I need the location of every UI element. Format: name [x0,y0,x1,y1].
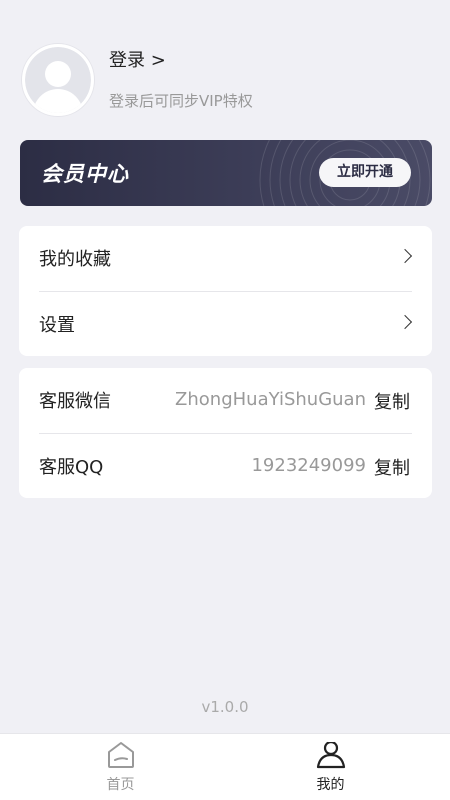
chevron-right-icon [397,314,413,330]
service-label: 客服QQ [39,457,104,478]
copy-wechat-button[interactable]: 复制 [374,388,410,414]
login-link[interactable]: 登录 > [109,46,166,72]
tab-label: 首页 [106,777,135,793]
vip-center-title: 会员中心 [41,162,129,186]
copy-qq-button[interactable]: 复制 [374,454,410,480]
customer-service-card: 客服微信 ZhongHuaYiShuGuan 复制 客服QQ 192324909… [19,368,432,498]
tab-label: 我的 [316,777,345,793]
default-avatar-icon [25,47,91,113]
service-value: ZhongHuaYiShuGuan [175,389,366,410]
menu-item-label: 设置 [39,315,75,336]
menu-item-settings[interactable]: 设置 [39,291,413,356]
service-label: 客服微信 [39,391,111,412]
service-row-qq: 客服QQ 1923249099 复制 [39,433,412,498]
open-vip-button[interactable]: 立即开通 [319,158,411,187]
menu-item-label: 我的收藏 [39,249,111,270]
service-value: 1923249099 [251,455,366,476]
home-icon [107,742,134,768]
avatar[interactable] [22,44,94,116]
login-subtitle: 登录后可同步VIP特权 [109,92,253,110]
chevron-right-icon [397,248,413,264]
tab-mine[interactable]: 我的 [218,734,443,800]
menu-card: 我的收藏 设置 [19,226,432,356]
user-icon [316,739,345,769]
app-version: v1.0.0 [201,698,249,716]
profile-header[interactable]: 登录 > 登录后可同步VIP特权 [20,42,430,118]
bottom-tab-bar: 首页 我的 [0,733,450,800]
tab-home[interactable]: 首页 [8,734,233,800]
vip-center-banner[interactable]: 会员中心 立即开通 [20,140,432,206]
service-row-wechat: 客服微信 ZhongHuaYiShuGuan 复制 [39,368,412,433]
menu-item-favorites[interactable]: 我的收藏 [39,226,413,291]
